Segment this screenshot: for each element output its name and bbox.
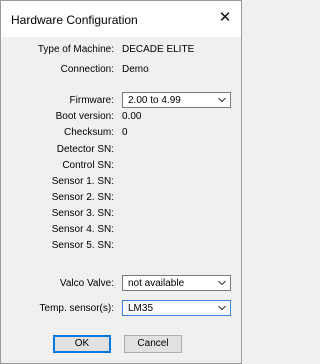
- temp-sensor-select[interactable]: LM35: [122, 300, 231, 316]
- firmware-select[interactable]: 2.00 to 4.99: [122, 92, 231, 108]
- temp-sensor-selected-value: LM35: [128, 303, 154, 314]
- sensor-4-sn-label: Sensor 4. SN:: [51, 224, 114, 235]
- type-of-machine-label: Type of Machine:: [37, 44, 114, 55]
- firmware-selected-value: 2.00 to 4.99: [128, 95, 181, 106]
- connection-value: Demo: [122, 64, 149, 75]
- valco-valve-selected-value: not available: [128, 278, 185, 289]
- sensor-1-sn-label: Sensor 1. SN:: [51, 176, 114, 187]
- chevron-down-icon: [218, 97, 226, 103]
- sensor-5-sn-label: Sensor 5. SN:: [51, 240, 114, 251]
- connection-label: Connection:: [60, 64, 114, 75]
- temp-sensor-label: Temp. sensor(s):: [39, 303, 114, 314]
- checksum-label: Checksum:: [63, 127, 114, 138]
- hardware-configuration-dialog: Hardware Configuration ✕ Type of Machine…: [0, 0, 242, 364]
- chevron-down-icon: [218, 280, 226, 286]
- boot-version-value: 0.00: [122, 111, 142, 122]
- type-of-machine-value: DECADE ELITE: [122, 44, 195, 55]
- window-title: Hardware Configuration: [11, 13, 138, 27]
- sensor-3-sn-label: Sensor 3. SN:: [51, 208, 114, 219]
- boot-version-label: Boot version:: [55, 111, 114, 122]
- chevron-down-icon: [218, 305, 226, 311]
- control-sn-label: Control SN:: [62, 160, 114, 171]
- detector-sn-label: Detector SN:: [56, 144, 114, 155]
- checksum-value: 0: [122, 127, 128, 138]
- sensor-2-sn-label: Sensor 2. SN:: [51, 192, 114, 203]
- cancel-button[interactable]: Cancel: [124, 335, 182, 353]
- firmware-label: Firmware:: [69, 95, 114, 106]
- title-bar: Hardware Configuration ✕: [1, 1, 241, 37]
- valco-valve-label: Valco Valve:: [59, 278, 114, 289]
- close-icon[interactable]: ✕: [215, 8, 235, 28]
- ok-button[interactable]: OK: [53, 335, 111, 353]
- valco-valve-select[interactable]: not available: [122, 275, 231, 291]
